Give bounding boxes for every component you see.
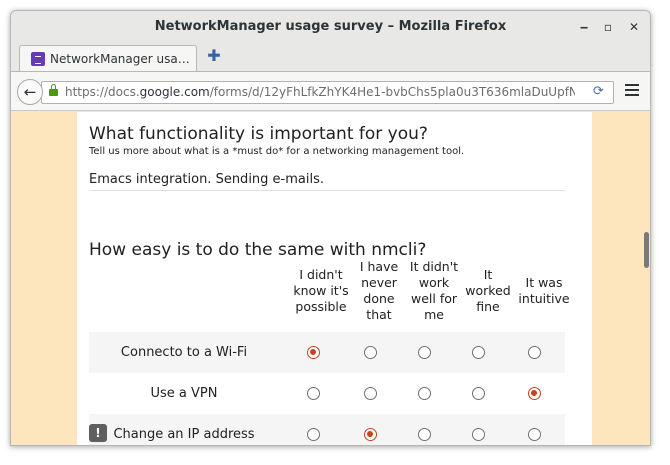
- url-domain: google.com: [139, 85, 210, 99]
- grid-row: Connecto to a Wi-Fi: [89, 332, 565, 373]
- new-tab-icon[interactable]: ✚: [207, 48, 221, 64]
- title-bar: NetworkManager usage survey – Mozilla Fi…: [11, 11, 650, 43]
- page-viewport: What functionality is important for you?…: [11, 112, 650, 445]
- url-bar[interactable]: https://docs.google.com/forms/d/12yFhLfk…: [41, 81, 614, 104]
- tab-networkmanager-survey[interactable]: NetworkManager usa…: [19, 45, 197, 71]
- firefox-window: NetworkManager usage survey – Mozilla Fi…: [10, 10, 651, 446]
- grid-row-label: Change an IP address: [113, 427, 255, 442]
- grid-radio-button[interactable]: [307, 346, 320, 359]
- window-title: NetworkManager usage survey – Mozilla Fi…: [154, 19, 507, 34]
- grid-radio-button[interactable]: [418, 428, 431, 441]
- hamburger-menu-icon[interactable]: [625, 84, 639, 98]
- grid-radio-button[interactable]: [364, 428, 377, 441]
- grid-radio-button[interactable]: [528, 387, 541, 400]
- answer-text-field[interactable]: Emacs integration. Sending e-mails.: [89, 172, 324, 187]
- google-forms-icon: [31, 52, 45, 66]
- grid-radio-button[interactable]: [418, 346, 431, 359]
- form-card: What functionality is important for you?…: [77, 112, 592, 445]
- grid-row: Use a VPN: [89, 373, 565, 414]
- grid-column-header: I have never done that: [359, 259, 399, 322]
- grid-row-label: Connecto to a Wi-Fi: [120, 345, 248, 360]
- grid-question-title: How easy is to do the same with nmcli?: [89, 240, 427, 260]
- lock-icon: [49, 84, 58, 97]
- grid-radio-button[interactable]: [307, 428, 320, 441]
- reload-icon[interactable]: ⟳: [593, 85, 607, 99]
- report-problem-icon[interactable]: !: [89, 424, 107, 442]
- grid-row: Change an IP address: [89, 414, 565, 445]
- vertical-scrollbar[interactable]: [641, 112, 650, 445]
- url-text[interactable]: https://docs.google.com/forms/d/12yFhLfk…: [65, 82, 575, 103]
- grid-column-header: It worked fine: [465, 267, 511, 314]
- tab-label: NetworkManager usa…: [50, 52, 190, 66]
- tab-bar: NetworkManager usa… ✚: [11, 43, 650, 71]
- grid-radio-button[interactable]: [528, 346, 541, 359]
- navigation-toolbar: https://docs.google.com/forms/d/12yFhLfk…: [11, 71, 650, 111]
- answer-underline: [89, 190, 565, 191]
- grid-row-label: Use a VPN: [150, 386, 218, 401]
- grid-radio-button[interactable]: [472, 428, 485, 441]
- grid-column-header: I didn't know it's possible: [293, 267, 349, 314]
- grid-radio-button[interactable]: [528, 428, 541, 441]
- minimize-icon[interactable]: ‒: [576, 19, 592, 35]
- grid-column-header: It was intuitive: [518, 275, 570, 306]
- question-help-text: Tell us more about what is a *must do* f…: [89, 146, 465, 157]
- grid-radio-button[interactable]: [364, 346, 377, 359]
- back-button[interactable]: ←: [17, 79, 43, 105]
- grid-column-header: It didn't work well for me: [409, 259, 459, 322]
- maximize-icon[interactable]: ▫: [600, 19, 616, 35]
- grid-radio-button[interactable]: [472, 346, 485, 359]
- grid-radio-button[interactable]: [307, 387, 320, 400]
- grid-radio-button[interactable]: [364, 387, 377, 400]
- scrollbar-thumb[interactable]: [644, 232, 649, 268]
- close-icon[interactable]: ✕: [626, 19, 642, 35]
- grid-radio-button[interactable]: [472, 387, 485, 400]
- grid-radio-button[interactable]: [418, 387, 431, 400]
- question-title: What functionality is important for you?: [89, 124, 428, 144]
